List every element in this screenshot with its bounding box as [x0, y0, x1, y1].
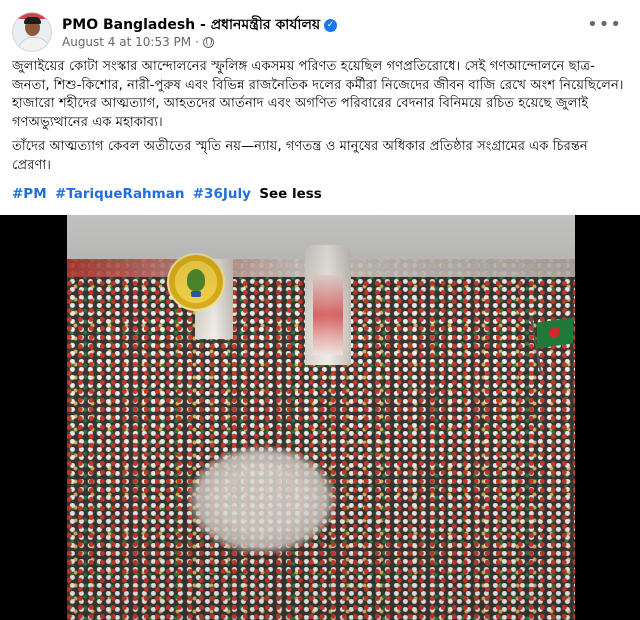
hashtag-row: #PM #TariqueRahman #36July See less [12, 186, 322, 202]
globe-icon[interactable] [202, 36, 214, 48]
roundabout-monument [187, 445, 337, 555]
verified-badge-icon: ✓ [324, 18, 338, 32]
government-emblem-logo [167, 253, 225, 311]
hashtag-36-july[interactable]: #36July [193, 186, 251, 202]
avatar-shirt [18, 37, 50, 51]
post-header: PMO Bangladesh - প্রধানমন্ত্রীর কার্যালয… [12, 10, 628, 56]
post-paragraph-1: জুলাইয়ের কোটা সংস্কার আন্দোলনের স্ফুলিঙ… [12, 59, 624, 130]
meta-separator: · [195, 35, 199, 49]
post-meta-row: August 4 at 10:53 PM · [62, 35, 214, 49]
post-media[interactable] [0, 215, 640, 620]
post-paragraph-2: তাঁদের আত্মত্যাগ কেবল অতীতের স্মৃতি নয়—… [12, 139, 588, 173]
page-avatar[interactable] [12, 12, 52, 52]
crowd-video[interactable] [67, 215, 575, 620]
post-timestamp[interactable]: August 4 at 10:53 PM [62, 35, 191, 49]
post-text: জুলাইয়ের কোটা সংস্কার আন্দোলনের স্ফুলিঙ… [12, 58, 624, 181]
pillar-mural [313, 275, 343, 355]
more-options-icon[interactable]: ••• [587, 16, 622, 34]
page-name-link[interactable]: PMO Bangladesh - প্রধানমন্ত্রীর কার্যালয… [62, 13, 320, 37]
page-name-row: PMO Bangladesh - প্রধানমন্ত্রীর কার্যালয… [62, 13, 338, 37]
hashtag-pm[interactable]: #PM [12, 186, 47, 202]
avatar-hair [24, 17, 41, 24]
hashtag-tarique-rahman[interactable]: #TariqueRahman [55, 186, 185, 202]
see-less-link[interactable]: See less [259, 186, 322, 202]
bangladesh-flag-icon [537, 317, 573, 349]
